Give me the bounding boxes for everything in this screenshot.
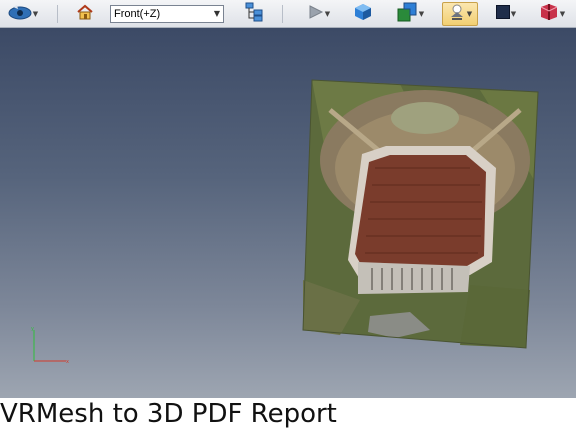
lamp-icon xyxy=(448,3,466,26)
view-select[interactable]: Front(+Z) ▼ xyxy=(110,5,224,23)
view-select-value: Front(+Z) xyxy=(114,8,161,20)
chevron-down-icon: ▼ xyxy=(418,10,425,18)
model-tree-button[interactable] xyxy=(242,2,266,26)
background-color-button[interactable]: ▼ xyxy=(488,2,524,26)
chevron-down-icon: ▼ xyxy=(510,10,517,18)
cross-section-button[interactable]: ▼ xyxy=(534,2,570,26)
viewpoint-button[interactable]: ▼ xyxy=(4,2,42,26)
caption-title: VRMesh to 3D PDF Report xyxy=(0,398,576,429)
model-tree-icon xyxy=(244,2,264,27)
lighting-button[interactable]: ▼ xyxy=(392,2,428,26)
solid-render-icon xyxy=(354,3,372,26)
toolbar-separator xyxy=(57,5,58,23)
3d-model xyxy=(302,79,539,349)
lighting-icon xyxy=(396,2,418,27)
cross-section-icon xyxy=(539,3,559,26)
tool-button-active[interactable]: ▼ xyxy=(442,2,478,26)
axis-triad: y x xyxy=(31,326,69,365)
home-button[interactable] xyxy=(74,2,96,26)
play-button[interactable]: ▼ xyxy=(302,2,336,26)
chevron-down-icon: ▼ xyxy=(213,9,220,18)
toolbar-separator xyxy=(282,5,283,23)
chevron-down-icon: ▼ xyxy=(32,10,39,18)
chevron-down-icon: ▼ xyxy=(324,10,331,18)
3d-viewport[interactable]: y x xyxy=(0,28,576,400)
chevron-down-icon: ▼ xyxy=(559,10,566,18)
solid-render-button[interactable] xyxy=(352,2,374,26)
toolbar: ▼ Front(+Z) ▼ ▼ ▼ ▼ ▼ ▼ xyxy=(0,0,576,28)
background-color-icon xyxy=(495,4,510,24)
x-axis-label: x xyxy=(66,359,69,365)
home-icon xyxy=(76,4,94,25)
chevron-down-icon: ▼ xyxy=(466,10,473,18)
viewpoint-icon xyxy=(8,4,32,25)
play-icon xyxy=(308,4,324,24)
y-axis-label: y xyxy=(31,326,34,332)
